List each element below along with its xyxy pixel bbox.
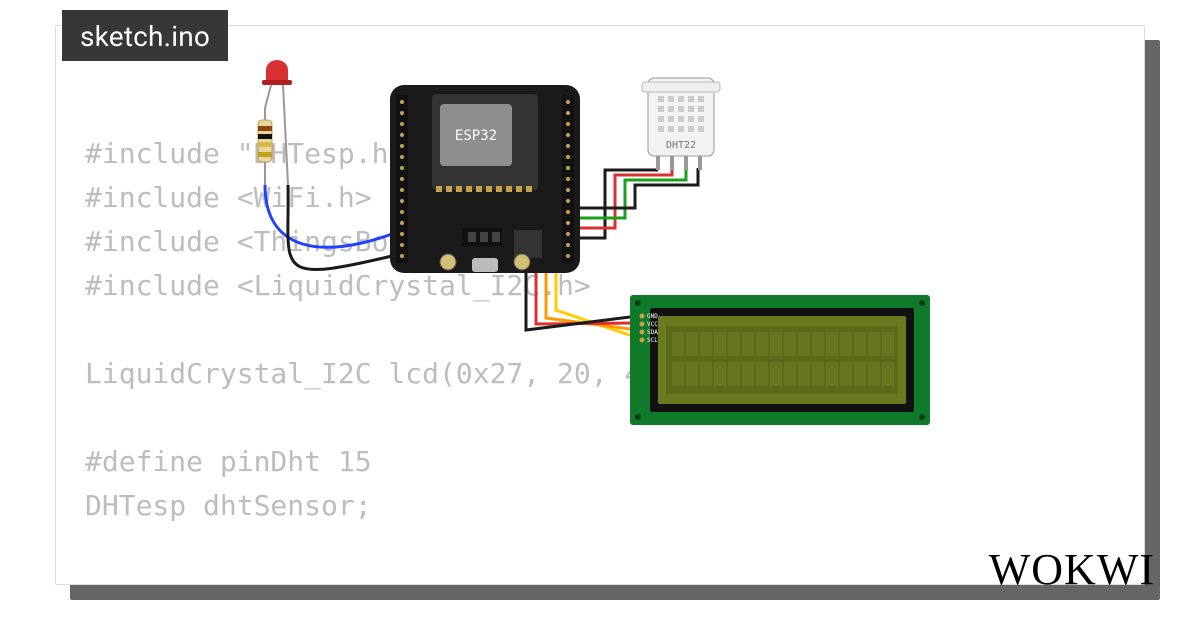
file-tab-label: sketch.ino: [80, 20, 210, 53]
wire-gnd-led: [288, 185, 392, 270]
lcd-pin-scl: SCL: [647, 337, 658, 344]
brand-name: WOKWI: [989, 545, 1155, 594]
lcd-pin-sda: SDA: [647, 329, 658, 336]
file-tab[interactable]: sketch.ino: [62, 10, 228, 61]
brand-logo: WOKWI: [989, 544, 1155, 595]
dht22-label: DHT22: [666, 140, 696, 151]
lcd-pin-gnd: GND: [647, 313, 658, 320]
lcd-module[interactable]: GND VCC SDA SCL: [630, 295, 930, 425]
wire-blue: [265, 185, 392, 247]
dht22-sensor[interactable]: DHT22: [642, 78, 720, 170]
esp32-board[interactable]: ESP32: [390, 85, 580, 273]
circuit-diagram[interactable]: ESP32 DHT22: [200, 60, 1000, 540]
resistor[interactable]: [258, 108, 272, 185]
mcu-label: ESP32: [455, 128, 497, 144]
lcd-pin-vcc: VCC: [647, 321, 658, 328]
